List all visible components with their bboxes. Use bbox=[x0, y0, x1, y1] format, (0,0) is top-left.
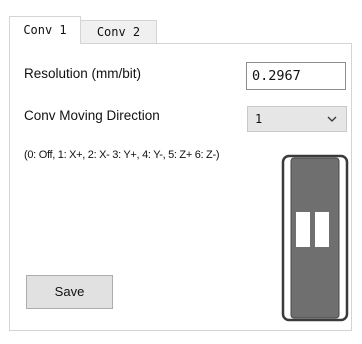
chevron-down-icon bbox=[326, 107, 338, 140]
direction-selected-value: 1 bbox=[255, 112, 263, 126]
save-button[interactable]: Save bbox=[26, 275, 113, 309]
direction-select[interactable]: 1 bbox=[247, 106, 347, 132]
resolution-input[interactable]: 0.2967 bbox=[246, 62, 346, 90]
tab-conv-2[interactable]: Conv 2 bbox=[81, 20, 157, 43]
direction-hint: (0: Off, 1: X+, 2: X- 3: Y+, 4: Y-, 5: Z… bbox=[24, 149, 220, 161]
direction-label: Conv Moving Direction bbox=[24, 108, 160, 123]
tab-conv-1-label: Conv 1 bbox=[23, 23, 67, 37]
vertical-switch-icon[interactable] bbox=[281, 154, 351, 329]
resolution-label: Resolution (mm/bit) bbox=[24, 66, 142, 81]
tab-conv-2-label: Conv 2 bbox=[96, 25, 141, 39]
tab-conv-1[interactable]: Conv 1 bbox=[9, 16, 81, 44]
